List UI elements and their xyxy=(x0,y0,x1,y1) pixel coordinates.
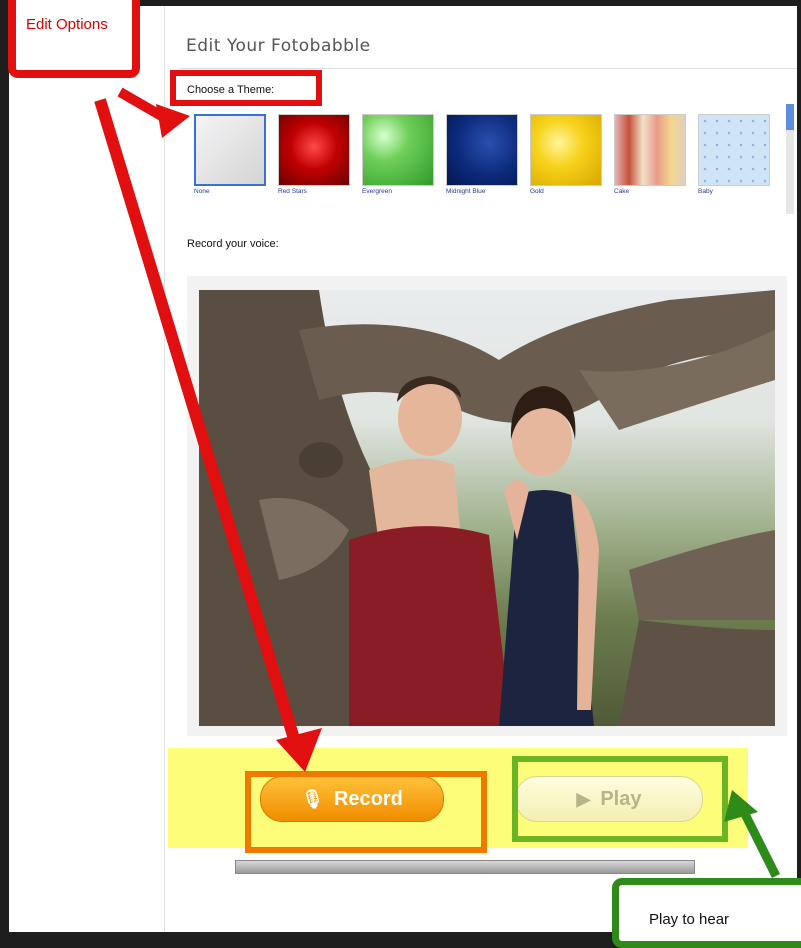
play-to-hear-text: Play to hear xyxy=(649,911,730,928)
scrollbar-thumb[interactable] xyxy=(786,104,794,130)
edit-options-text: Edit Options xyxy=(26,16,108,33)
theme-swatch xyxy=(530,114,602,186)
theme-midnight-blue[interactable]: Midnight Blue xyxy=(446,114,520,200)
theme-cake[interactable]: Cake xyxy=(614,114,688,200)
theme-gold[interactable]: Gold xyxy=(530,114,604,200)
title-divider xyxy=(179,68,797,69)
photo-frame xyxy=(187,276,787,736)
theme-name: Cake xyxy=(614,188,630,195)
theme-picker: None Red Stars Evergreen Midnight Blue G… xyxy=(194,114,784,204)
photo-illustration xyxy=(199,290,775,726)
theme-name: Red Stars xyxy=(278,188,307,195)
page-title: Edit Your Fotobabble xyxy=(186,36,371,56)
edit-options-callout: Edit Options xyxy=(8,0,140,78)
theme-evergreen[interactable]: Evergreen xyxy=(362,114,436,200)
theme-swatch xyxy=(278,114,350,186)
photo xyxy=(199,290,775,726)
play-to-hear-callout: Play to hear xyxy=(612,878,801,948)
record-highlight xyxy=(245,771,487,853)
theme-baby[interactable]: Baby xyxy=(698,114,772,200)
record-voice-label: Record your voice: xyxy=(187,238,279,250)
play-highlight xyxy=(512,756,728,842)
theme-scrollbar[interactable] xyxy=(786,104,794,214)
theme-none[interactable]: None xyxy=(194,114,268,200)
theme-name: None xyxy=(194,188,210,195)
theme-name: Baby xyxy=(698,188,713,195)
theme-swatch xyxy=(362,114,434,186)
divider xyxy=(164,6,165,932)
theme-swatch xyxy=(698,114,770,186)
audio-progress-bar[interactable] xyxy=(235,860,695,874)
theme-name: Midnight Blue xyxy=(446,188,486,195)
left-column xyxy=(9,6,159,932)
theme-swatch xyxy=(446,114,518,186)
theme-swatch xyxy=(194,114,266,186)
theme-label-highlight xyxy=(170,70,322,106)
theme-swatch xyxy=(614,114,686,186)
theme-name: Gold xyxy=(530,188,544,195)
theme-red-stars[interactable]: Red Stars xyxy=(278,114,352,200)
theme-name: Evergreen xyxy=(362,188,392,195)
